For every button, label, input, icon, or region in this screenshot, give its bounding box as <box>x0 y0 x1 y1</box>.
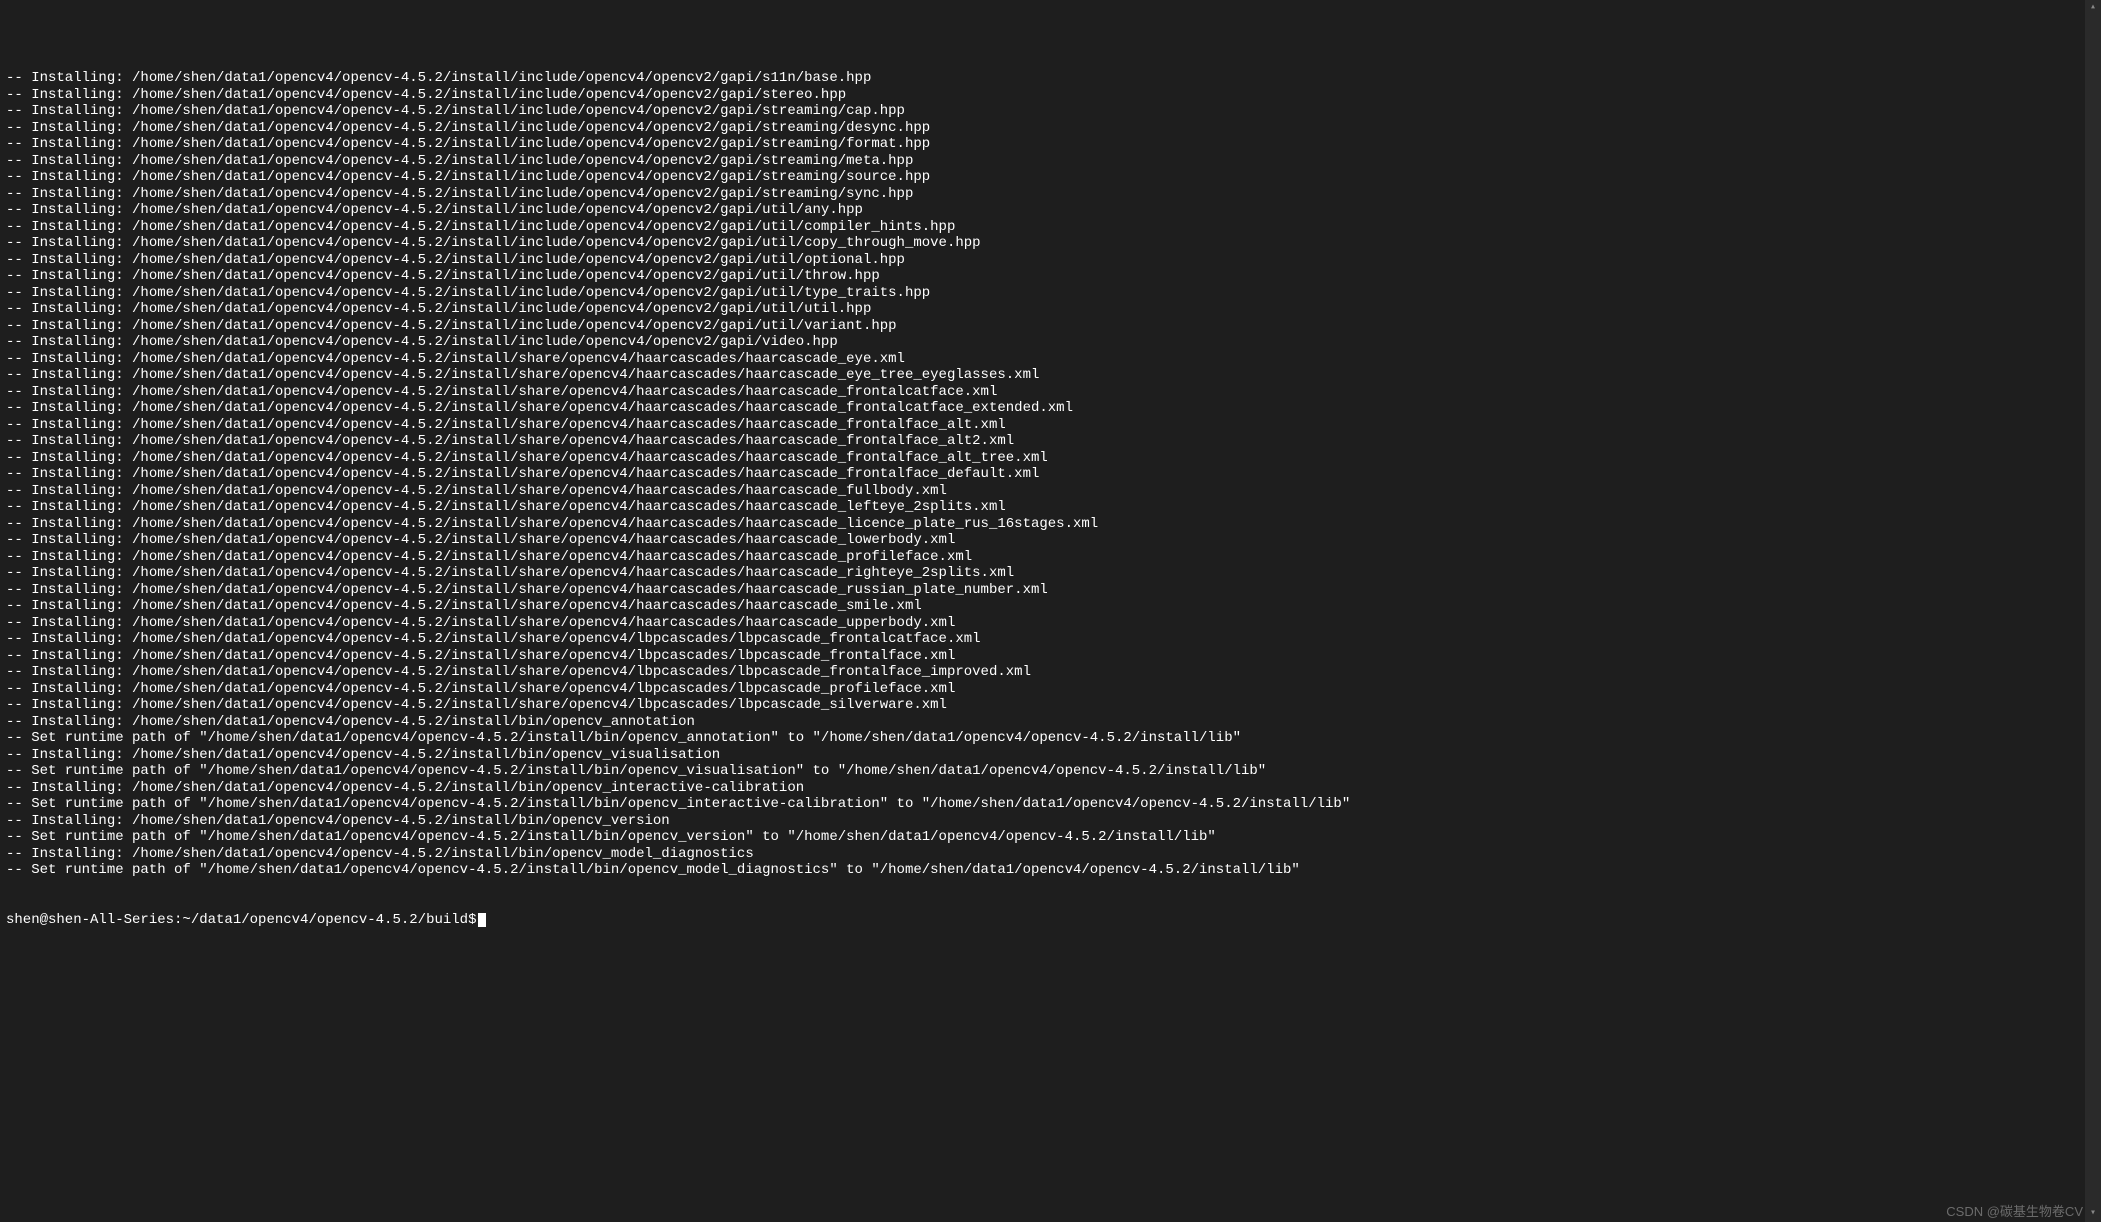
prompt-line[interactable]: shen@shen-All-Series:~/data1/opencv4/ope… <box>6 912 2095 929</box>
terminal-line: -- Installing: /home/shen/data1/opencv4/… <box>6 813 2095 830</box>
terminal-line: -- Installing: /home/shen/data1/opencv4/… <box>6 120 2095 137</box>
terminal-line: -- Installing: /home/shen/data1/opencv4/… <box>6 615 2095 632</box>
scrollbar-down-arrow-icon[interactable]: ▾ <box>2085 1206 2101 1222</box>
terminal-line: -- Installing: /home/shen/data1/opencv4/… <box>6 285 2095 302</box>
terminal-output[interactable]: -- Installing: /home/shen/data1/opencv4/… <box>6 70 2095 879</box>
terminal-line: -- Installing: /home/shen/data1/opencv4/… <box>6 565 2095 582</box>
terminal-line: -- Installing: /home/shen/data1/opencv4/… <box>6 136 2095 153</box>
terminal-line: -- Installing: /home/shen/data1/opencv4/… <box>6 400 2095 417</box>
terminal-line: -- Installing: /home/shen/data1/opencv4/… <box>6 252 2095 269</box>
terminal-line: -- Installing: /home/shen/data1/opencv4/… <box>6 433 2095 450</box>
terminal-line: -- Set runtime path of "/home/shen/data1… <box>6 730 2095 747</box>
terminal-line: -- Installing: /home/shen/data1/opencv4/… <box>6 186 2095 203</box>
terminal-line: -- Installing: /home/shen/data1/opencv4/… <box>6 681 2095 698</box>
terminal-line: -- Installing: /home/shen/data1/opencv4/… <box>6 582 2095 599</box>
terminal-line: -- Installing: /home/shen/data1/opencv4/… <box>6 235 2095 252</box>
terminal-line: -- Installing: /home/shen/data1/opencv4/… <box>6 103 2095 120</box>
terminal-line: -- Set runtime path of "/home/shen/data1… <box>6 763 2095 780</box>
scrollbar[interactable]: ▴ ▾ <box>2085 0 2101 1222</box>
terminal-line: -- Installing: /home/shen/data1/opencv4/… <box>6 301 2095 318</box>
terminal-line: -- Installing: /home/shen/data1/opencv4/… <box>6 153 2095 170</box>
cursor <box>478 913 486 927</box>
terminal-line: -- Installing: /home/shen/data1/opencv4/… <box>6 697 2095 714</box>
terminal-line: -- Installing: /home/shen/data1/opencv4/… <box>6 169 2095 186</box>
terminal-line: -- Installing: /home/shen/data1/opencv4/… <box>6 846 2095 863</box>
terminal-line: -- Installing: /home/shen/data1/opencv4/… <box>6 318 2095 335</box>
terminal-line: -- Installing: /home/shen/data1/opencv4/… <box>6 598 2095 615</box>
terminal-line: -- Installing: /home/shen/data1/opencv4/… <box>6 367 2095 384</box>
terminal-line: -- Installing: /home/shen/data1/opencv4/… <box>6 384 2095 401</box>
terminal-line: -- Installing: /home/shen/data1/opencv4/… <box>6 532 2095 549</box>
terminal-line: -- Installing: /home/shen/data1/opencv4/… <box>6 664 2095 681</box>
terminal-line: -- Installing: /home/shen/data1/opencv4/… <box>6 499 2095 516</box>
terminal-line: -- Set runtime path of "/home/shen/data1… <box>6 829 2095 846</box>
shell-prompt: shen@shen-All-Series:~/data1/opencv4/ope… <box>6 912 476 929</box>
terminal-line: -- Set runtime path of "/home/shen/data1… <box>6 862 2095 879</box>
terminal-line: -- Installing: /home/shen/data1/opencv4/… <box>6 219 2095 236</box>
terminal-line: -- Installing: /home/shen/data1/opencv4/… <box>6 450 2095 467</box>
terminal-line: -- Installing: /home/shen/data1/opencv4/… <box>6 714 2095 731</box>
terminal-line: -- Installing: /home/shen/data1/opencv4/… <box>6 516 2095 533</box>
terminal-line: -- Installing: /home/shen/data1/opencv4/… <box>6 631 2095 648</box>
terminal-line: -- Installing: /home/shen/data1/opencv4/… <box>6 648 2095 665</box>
terminal-line: -- Installing: /home/shen/data1/opencv4/… <box>6 87 2095 104</box>
terminal-line: -- Installing: /home/shen/data1/opencv4/… <box>6 351 2095 368</box>
terminal-line: -- Installing: /home/shen/data1/opencv4/… <box>6 483 2095 500</box>
watermark: CSDN @碳基生物卷CV <box>1946 1204 2083 1221</box>
terminal-line: -- Installing: /home/shen/data1/opencv4/… <box>6 780 2095 797</box>
terminal-line: -- Set runtime path of "/home/shen/data1… <box>6 796 2095 813</box>
terminal-line: -- Installing: /home/shen/data1/opencv4/… <box>6 268 2095 285</box>
terminal-line: -- Installing: /home/shen/data1/opencv4/… <box>6 202 2095 219</box>
scrollbar-track[interactable] <box>2085 16 2101 1206</box>
terminal-line: -- Installing: /home/shen/data1/opencv4/… <box>6 747 2095 764</box>
terminal-line: -- Installing: /home/shen/data1/opencv4/… <box>6 70 2095 87</box>
terminal-line: -- Installing: /home/shen/data1/opencv4/… <box>6 549 2095 566</box>
terminal-line: -- Installing: /home/shen/data1/opencv4/… <box>6 334 2095 351</box>
scrollbar-up-arrow-icon[interactable]: ▴ <box>2085 0 2101 16</box>
terminal-line: -- Installing: /home/shen/data1/opencv4/… <box>6 417 2095 434</box>
terminal-line: -- Installing: /home/shen/data1/opencv4/… <box>6 466 2095 483</box>
